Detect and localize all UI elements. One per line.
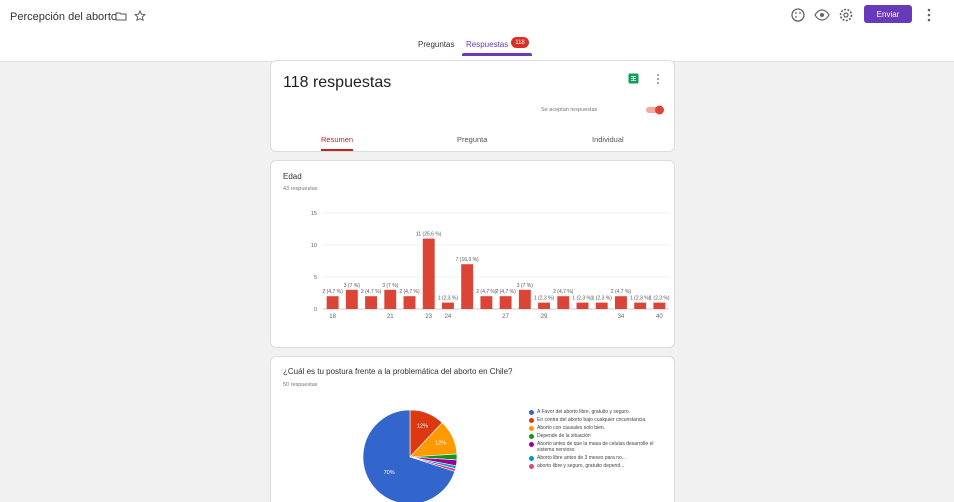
- bar-data-label: 2 (4,7 %): [611, 289, 632, 295]
- legend-label: A Favor del aborto libre, gratuito y seg…: [537, 409, 631, 415]
- pie-slice-label: 70%: [384, 470, 395, 476]
- subtab-individual[interactable]: Individual: [592, 135, 624, 144]
- x-tick-label: 23: [425, 314, 432, 320]
- bar-data-label: 1 (2,3 %): [572, 296, 593, 302]
- bar-data-label: 1 (2,3 %): [592, 296, 613, 302]
- bar-data-label: 7 (16,3 %): [456, 257, 479, 263]
- bar-data-label: 3 (7 %): [517, 283, 533, 289]
- legend-swatch: [529, 418, 534, 423]
- legend-swatch: [529, 464, 534, 469]
- age-bar-chart: 0510152 (4,7 %)3 (7 %)2 (4,7 %)3 (7 %)2 …: [311, 211, 670, 320]
- bar[interactable]: [365, 296, 378, 309]
- legend-item: Aborto con causales solo bien.: [529, 425, 659, 431]
- bar[interactable]: [634, 302, 647, 309]
- legend-label: En contra del aborto bajo cualquier circ…: [537, 417, 647, 423]
- x-tick-label: 21: [387, 314, 394, 320]
- bar[interactable]: [518, 289, 531, 309]
- x-tick-label: 27: [502, 314, 509, 320]
- y-tick-label: 5: [314, 275, 317, 281]
- responses-summary-card: 118 respuestas Se aceptan respuestas Res…: [270, 60, 675, 152]
- responses-count-badge: 118: [511, 37, 529, 48]
- bar[interactable]: [384, 289, 397, 309]
- bar[interactable]: [576, 302, 589, 309]
- sheets-icon[interactable]: [628, 73, 639, 84]
- legend-item: Aborto antes de que la masa de celulas d…: [529, 441, 659, 453]
- bar[interactable]: [557, 296, 570, 309]
- legend-label: Aborto antes de que la masa de celulas d…: [537, 441, 654, 453]
- legend-label: Aborto con causales solo bien.: [537, 425, 606, 431]
- subtab-summary[interactable]: Resumen: [321, 135, 353, 144]
- y-tick-label: 15: [311, 211, 317, 217]
- bar[interactable]: [653, 302, 666, 309]
- bar[interactable]: [441, 302, 454, 309]
- pie-slice-label: 12%: [417, 424, 428, 430]
- bar[interactable]: [538, 302, 551, 309]
- x-tick-label: 34: [618, 314, 625, 320]
- form-title[interactable]: Percepción del aborto: [10, 11, 117, 23]
- bar[interactable]: [345, 289, 358, 309]
- legend-item: Depende de la situación: [529, 433, 659, 439]
- legend-item: A Favor del aborto libre, gratuito y seg…: [529, 409, 659, 415]
- x-tick-label: 40: [656, 314, 663, 320]
- pie-legend: A Favor del aborto libre, gratuito y seg…: [529, 409, 659, 471]
- x-tick-label: 18: [329, 314, 336, 320]
- legend-swatch: [529, 442, 534, 447]
- bar-data-label: 2 (4,7 %): [476, 289, 497, 295]
- star-icon[interactable]: [134, 10, 146, 22]
- legend-item: Aborto libre antes de 3 meses para no...: [529, 455, 659, 461]
- more-options-icon[interactable]: [926, 7, 932, 23]
- active-tab-indicator: [462, 53, 532, 56]
- bar-data-label: 1 (2,3 %): [534, 296, 555, 302]
- bar[interactable]: [614, 296, 627, 309]
- legend-item: aborto libre y seguro, gratuito depend..…: [529, 463, 659, 469]
- accepting-responses-label: Se aceptan respuestas: [541, 107, 598, 113]
- accepting-responses-toggle[interactable]: [645, 105, 665, 115]
- subtab-indicator: [321, 149, 353, 151]
- bar-data-label: 1 (2,3 %): [630, 296, 651, 302]
- legend-label: Aborto libre antes de 3 meses para no...: [537, 455, 626, 461]
- y-tick-label: 0: [314, 307, 317, 313]
- bar[interactable]: [480, 296, 493, 309]
- pie-slice-label: 12%: [435, 441, 446, 447]
- bar[interactable]: [461, 264, 474, 309]
- bar-data-label: 1 (2,3 %): [438, 296, 459, 302]
- response-count: 118 respuestas: [283, 74, 392, 91]
- bar-data-label: 2 (4,7 %): [399, 289, 420, 295]
- bar[interactable]: [595, 302, 608, 309]
- legend-swatch: [529, 434, 534, 439]
- bar-data-label: 3 (7 %): [382, 283, 398, 289]
- y-tick-label: 10: [311, 243, 317, 249]
- top-bar: Percepción del aborto Enviar Preguntas R…: [0, 0, 954, 62]
- card-more-icon[interactable]: [656, 73, 660, 85]
- preview-eye-icon[interactable]: [814, 7, 830, 23]
- legend-label: aborto libre y seguro, gratuito depend..…: [537, 463, 625, 469]
- bar[interactable]: [499, 296, 512, 309]
- legend-item: En contra del aborto bajo cualquier circ…: [529, 417, 659, 423]
- bar-data-label: 1 (2,3 %): [649, 296, 670, 302]
- bar[interactable]: [403, 296, 416, 309]
- question-card-age: Edad 43 respuestas 0 5 10 15 2 (4,7 %) 3 (7 %…: [270, 160, 675, 348]
- bar-data-label: 2 (4,7 %): [361, 289, 382, 295]
- bar-data-label: 11 (25,6 %): [416, 232, 442, 238]
- palette-icon[interactable]: [790, 7, 806, 23]
- x-tick-label: 24: [445, 314, 452, 320]
- tab-responses[interactable]: Respuestas: [466, 40, 508, 49]
- bar-data-label: 2 (4,7 %): [322, 289, 343, 295]
- tab-questions[interactable]: Preguntas: [418, 40, 454, 49]
- folder-icon[interactable]: [115, 10, 127, 22]
- bar-data-label: 2 (4,7 %): [495, 289, 516, 295]
- legend-swatch: [529, 426, 534, 431]
- question-card-stance: ¿Cuál es tu postura frente a la problemá…: [270, 356, 675, 502]
- subtab-question[interactable]: Pregunta: [457, 135, 487, 144]
- bar-data-label: 3 (7 %): [344, 283, 360, 289]
- send-button[interactable]: Enviar: [864, 5, 912, 23]
- legend-swatch: [529, 456, 534, 461]
- x-tick-label: 29: [541, 314, 548, 320]
- bar[interactable]: [326, 296, 339, 309]
- bar[interactable]: [422, 238, 435, 309]
- settings-gear-icon[interactable]: [838, 7, 854, 23]
- bar-data-label: 2 (4,7 %): [553, 289, 574, 295]
- legend-label: Depende de la situación: [537, 433, 591, 439]
- legend-swatch: [529, 410, 534, 415]
